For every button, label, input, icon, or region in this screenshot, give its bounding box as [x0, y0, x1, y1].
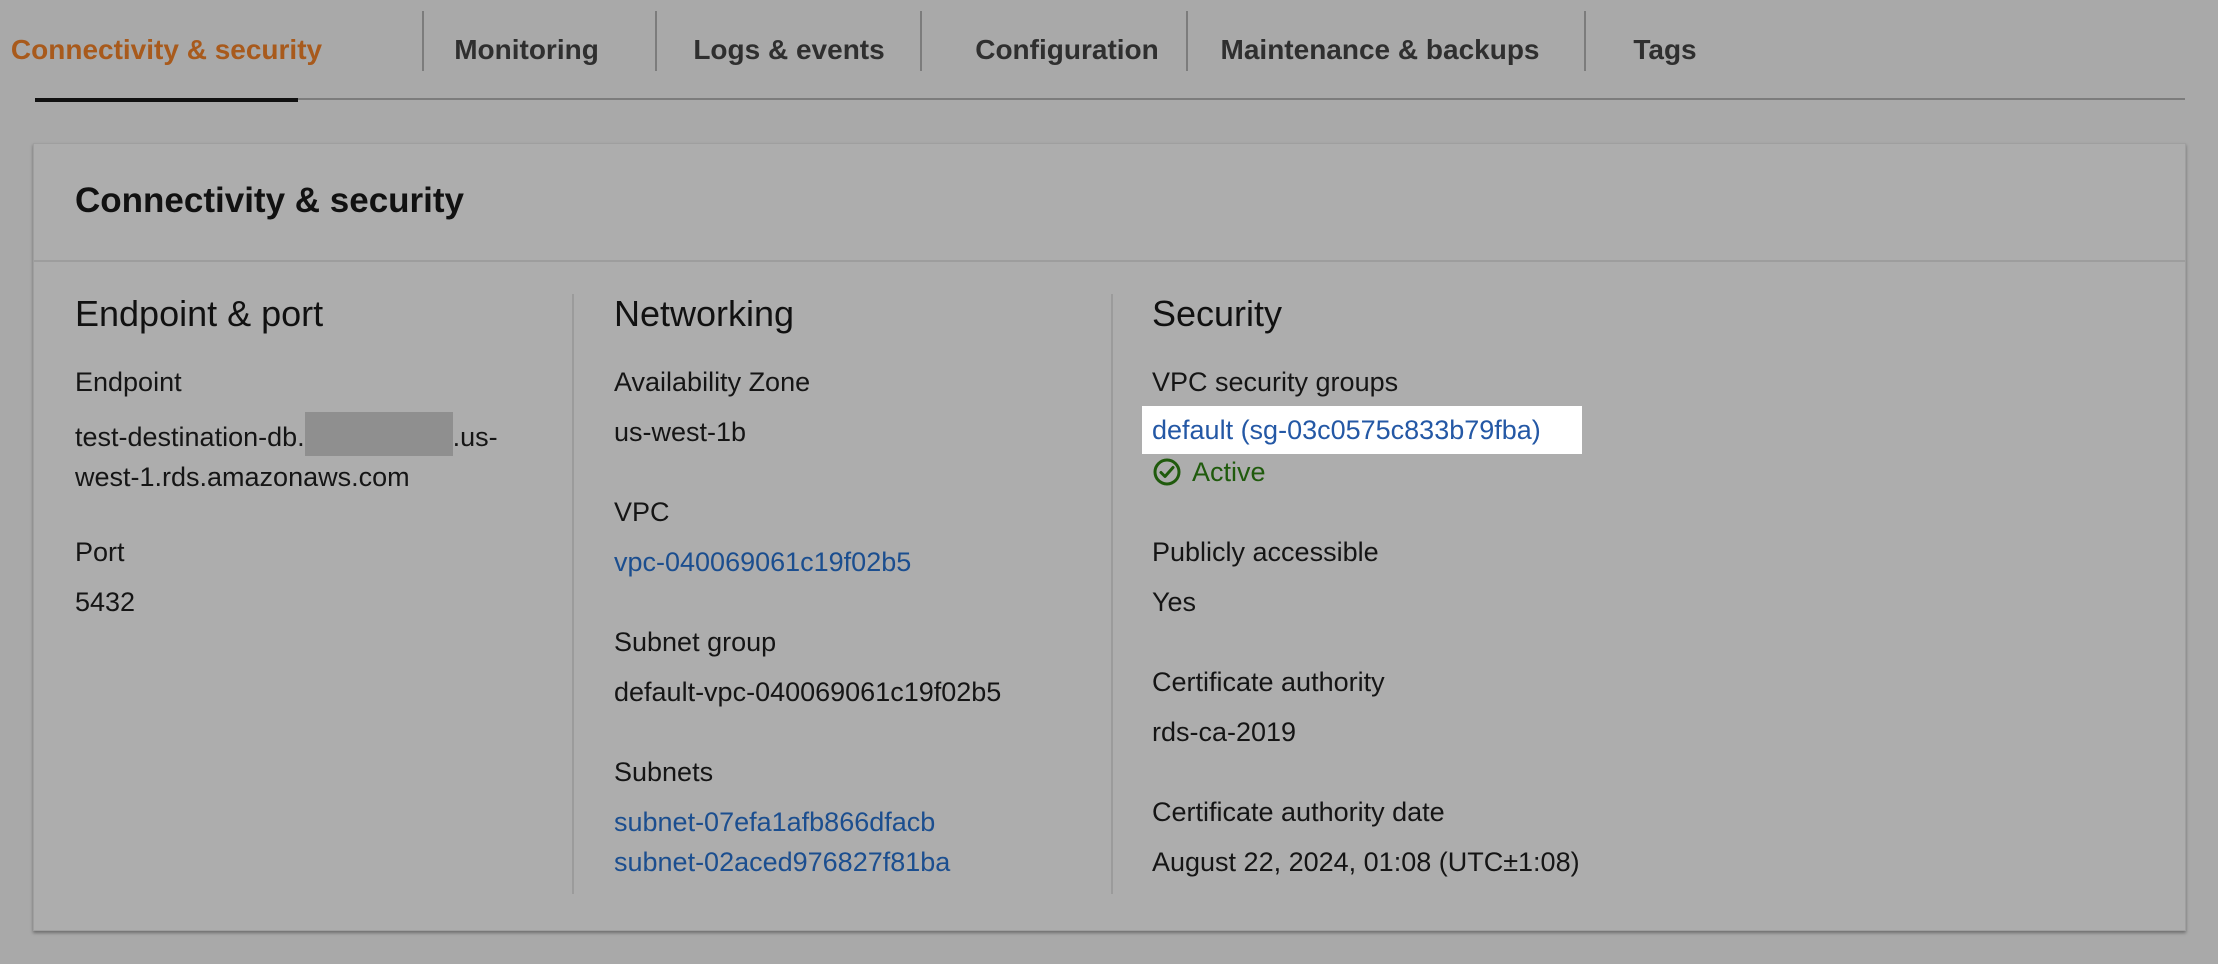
tab-divider — [422, 11, 424, 71]
certificate-authority-date-value: August 22, 2024, 01:08 (UTC±1:08) — [1152, 847, 1580, 877]
tab-label: Connectivity & security — [10, 34, 323, 65]
availability-zone-label: Availability Zone — [614, 367, 811, 397]
tab-label: Monitoring — [454, 34, 599, 65]
tab-monitoring[interactable]: Monitoring — [438, 0, 615, 100]
panel-title: Connectivity & security — [75, 181, 464, 220]
tab-maintenance-backups[interactable]: Maintenance & backups — [1221, 0, 1540, 100]
subnet-group-value: default-vpc-040069061c19f02b5 — [614, 677, 1002, 707]
vpc-security-groups-label: VPC security groups — [1152, 367, 1399, 397]
tab-label: Configuration — [975, 34, 1159, 65]
endpoint-port-heading: Endpoint & port — [75, 293, 324, 334]
tab-tags[interactable]: Tags — [1620, 0, 1710, 100]
certificate-authority-label: Certificate authority — [1152, 667, 1385, 697]
highlighted-security-group: default (sg-03c0575c833b79fba) — [1142, 406, 1582, 454]
vpc-link[interactable]: vpc-040069061c19f02b5 — [614, 542, 911, 582]
tab-label: Tags — [1633, 34, 1697, 65]
subnet-link[interactable]: subnet-02aced976827f81ba — [614, 842, 950, 882]
availability-zone-value: us-west-1b — [614, 417, 747, 447]
redacted-endpoint-segment — [304, 412, 453, 456]
tab-divider — [1584, 11, 1586, 71]
tab-divider — [1186, 11, 1188, 71]
status-text: Active — [1192, 457, 1266, 487]
column-divider — [1111, 294, 1113, 894]
connectivity-security-panel: Connectivity & security Endpoint & port … — [33, 143, 2186, 931]
security-group-highlight: default (sg-03c0575c833b79fba) — [1142, 406, 1582, 454]
port-label: Port — [75, 537, 125, 567]
subnet-link[interactable]: subnet-07efa1afb866dfacb — [614, 802, 935, 842]
security-group-status: Active — [1152, 452, 1266, 492]
tab-divider — [920, 11, 922, 71]
detail-tabs: Connectivity & security Monitoring Logs … — [11, 0, 2185, 102]
port-value: 5432 — [75, 587, 136, 617]
column-divider — [572, 294, 574, 894]
tab-label: Maintenance & backups — [1220, 34, 1540, 65]
certificate-authority-value: rds-ca-2019 — [1152, 717, 1297, 747]
security-group-link[interactable]: default (sg-03c0575c833b79fba) — [1152, 410, 1541, 450]
vpc-label: VPC — [614, 497, 670, 527]
publicly-accessible-label: Publicly accessible — [1152, 537, 1379, 567]
subnet-group-label: Subnet group — [614, 627, 777, 657]
security-heading: Security — [1152, 293, 1283, 334]
subnets-label: Subnets — [614, 757, 714, 787]
tab-configuration[interactable]: Configuration — [957, 0, 1177, 100]
tab-divider — [655, 11, 657, 71]
tab-logs-events[interactable]: Logs & events — [693, 0, 885, 100]
endpoint-label: Endpoint — [75, 367, 182, 397]
certificate-authority-date-label: Certificate authority date — [1152, 797, 1445, 827]
publicly-accessible-value: Yes — [1152, 587, 1197, 617]
tab-connectivity-security[interactable]: Connectivity & security — [11, 0, 322, 102]
panel-header: Connectivity & security — [34, 144, 2185, 262]
networking-heading: Networking — [614, 293, 795, 334]
check-circle-icon — [1153, 458, 1181, 486]
endpoint-value-prefix: test-destination-db. — [75, 422, 305, 452]
endpoint-value: test-destination-db. .us-west-1.rds.amazo… — [75, 412, 545, 497]
tab-label: Logs & events — [693, 34, 885, 65]
